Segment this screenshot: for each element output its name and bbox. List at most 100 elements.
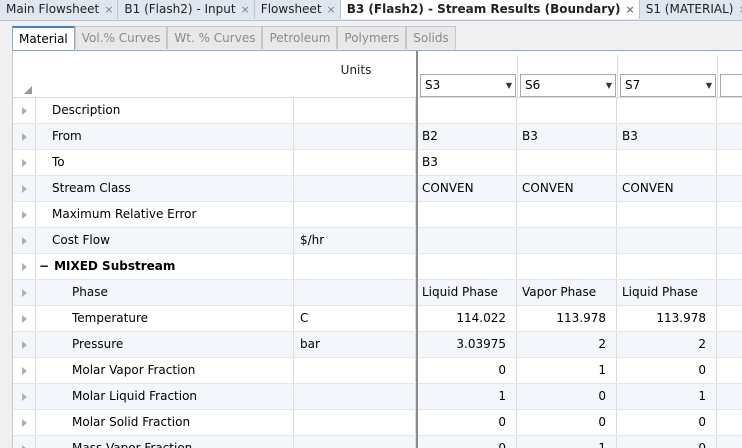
stream-value-cell[interactable]: CONVEN: [618, 176, 717, 201]
stream-select-2[interactable]: S6 ▼: [520, 74, 616, 97]
stream-value-cell[interactable]: [618, 254, 717, 279]
stream-value-cell[interactable]: [518, 254, 617, 279]
stream-value-cell[interactable]: [618, 202, 717, 227]
stream-value-cell[interactable]: B2: [418, 124, 517, 149]
row-selector[interactable]: [13, 306, 36, 331]
stream-value-cell[interactable]: [718, 202, 742, 227]
table-row[interactable]: From B2 B3 B3: [13, 124, 742, 150]
stream-value-cell[interactable]: B3: [618, 124, 717, 149]
row-selector[interactable]: [13, 280, 36, 305]
stream-value-cell[interactable]: 0: [418, 358, 517, 383]
tab-polymers[interactable]: Polymers: [337, 26, 407, 49]
stream-value-cell[interactable]: [418, 98, 517, 123]
row-selector[interactable]: [13, 358, 36, 383]
units-cell[interactable]: [296, 98, 416, 123]
tab-vol-curves[interactable]: Vol.% Curves: [74, 26, 168, 49]
units-cell[interactable]: C: [296, 306, 416, 331]
stream-value-cell[interactable]: [518, 228, 617, 253]
stream-value-cell[interactable]: [718, 228, 742, 253]
stream-value-cell[interactable]: [518, 202, 617, 227]
stream-value-cell[interactable]: [518, 98, 617, 123]
stream-value-cell[interactable]: 2: [618, 332, 717, 357]
close-icon[interactable]: ×: [626, 0, 635, 19]
stream-value-cell[interactable]: [718, 124, 742, 149]
close-icon[interactable]: ×: [241, 0, 250, 19]
stream-value-cell[interactable]: [618, 98, 717, 123]
collapse-icon[interactable]: −: [39, 259, 49, 273]
units-cell[interactable]: [296, 176, 416, 201]
stream-value-cell[interactable]: [718, 358, 742, 383]
units-cell[interactable]: $/hr: [296, 228, 416, 253]
stream-value-cell[interactable]: [718, 176, 742, 201]
table-row[interactable]: Cost Flow $/hr: [13, 228, 742, 254]
stream-value-cell[interactable]: [518, 150, 617, 175]
stream-value-cell[interactable]: Liquid Phase: [618, 280, 717, 305]
table-row[interactable]: Stream Class CONVEN CONVEN CONVEN: [13, 176, 742, 202]
doc-tab-s1-material[interactable]: S1 (MATERIAL) ×: [640, 0, 742, 19]
row-selector[interactable]: [13, 384, 36, 409]
close-icon[interactable]: ×: [104, 0, 113, 19]
stream-value-cell[interactable]: [718, 332, 742, 357]
stream-value-cell[interactable]: [718, 384, 742, 409]
row-selector[interactable]: [13, 124, 36, 149]
units-cell[interactable]: [296, 358, 416, 383]
tab-petroleum[interactable]: Petroleum: [262, 26, 338, 49]
stream-value-cell[interactable]: [418, 228, 517, 253]
stream-value-cell[interactable]: CONVEN: [418, 176, 517, 201]
stream-value-cell[interactable]: 0: [518, 384, 617, 409]
doc-tab-flowsheet[interactable]: Flowsheet ×: [255, 0, 341, 19]
units-cell[interactable]: [296, 280, 416, 305]
doc-tab-b3-stream-results[interactable]: B3 (Flash2) - Stream Results (Boundary) …: [340, 0, 640, 19]
stream-value-cell[interactable]: [618, 150, 717, 175]
stream-value-cell[interactable]: 2: [518, 332, 617, 357]
stream-value-cell[interactable]: [618, 228, 717, 253]
tab-solids[interactable]: Solids: [406, 26, 456, 49]
table-row[interactable]: Molar Vapor Fraction 0 1 0: [13, 358, 742, 384]
stream-value-cell[interactable]: [718, 98, 742, 123]
stream-value-cell[interactable]: [718, 410, 742, 435]
units-cell[interactable]: [296, 254, 416, 279]
stream-value-cell[interactable]: Liquid Phase: [418, 280, 517, 305]
stream-value-cell[interactable]: Vapor Phase: [518, 280, 617, 305]
stream-value-cell[interactable]: [418, 202, 517, 227]
row-selector[interactable]: [13, 228, 36, 253]
tab-material[interactable]: Material: [12, 26, 75, 50]
stream-value-cell[interactable]: 0: [618, 436, 717, 448]
row-selector[interactable]: [13, 202, 36, 227]
stream-value-cell[interactable]: [718, 150, 742, 175]
stream-select-4[interactable]: [720, 74, 742, 97]
close-icon[interactable]: ×: [738, 0, 742, 19]
row-selector[interactable]: [13, 176, 36, 201]
table-row[interactable]: To B3: [13, 150, 742, 176]
select-all-corner[interactable]: [13, 55, 36, 98]
units-cell[interactable]: [296, 150, 416, 175]
close-icon[interactable]: ×: [327, 0, 336, 19]
stream-value-cell[interactable]: B3: [418, 150, 517, 175]
units-cell[interactable]: [296, 202, 416, 227]
stream-value-cell[interactable]: 1: [518, 436, 617, 448]
units-cell[interactable]: [296, 384, 416, 409]
row-selector[interactable]: [13, 150, 36, 175]
units-cell[interactable]: [296, 124, 416, 149]
row-selector[interactable]: [13, 98, 36, 123]
stream-value-cell[interactable]: 0: [418, 410, 517, 435]
table-row[interactable]: Molar Liquid Fraction 1 0 1: [13, 384, 742, 410]
stream-value-cell[interactable]: 114.022: [418, 306, 517, 331]
row-selector[interactable]: [13, 332, 36, 357]
table-row[interactable]: Maximum Relative Error: [13, 202, 742, 228]
stream-value-cell[interactable]: [718, 306, 742, 331]
units-cell[interactable]: [296, 410, 416, 435]
stream-value-cell[interactable]: 1: [418, 384, 517, 409]
table-row[interactable]: Mass Vapor Fraction 0 1 0: [13, 436, 742, 448]
stream-select-1[interactable]: S3 ▼: [420, 74, 516, 97]
stream-value-cell[interactable]: [718, 436, 742, 448]
tab-wt-curves[interactable]: Wt. % Curves: [167, 26, 263, 49]
stream-value-cell[interactable]: 113.978: [618, 306, 717, 331]
stream-value-cell[interactable]: [418, 254, 517, 279]
doc-tab-b1-input[interactable]: B1 (Flash2) - Input ×: [118, 0, 255, 19]
stream-value-cell[interactable]: 0: [618, 410, 717, 435]
table-row[interactable]: Phase Liquid Phase Vapor Phase Liquid Phase: [13, 280, 742, 306]
row-selector[interactable]: [13, 436, 36, 448]
stream-value-cell[interactable]: 113.978: [518, 306, 617, 331]
stream-select-3[interactable]: S7 ▼: [620, 74, 716, 97]
